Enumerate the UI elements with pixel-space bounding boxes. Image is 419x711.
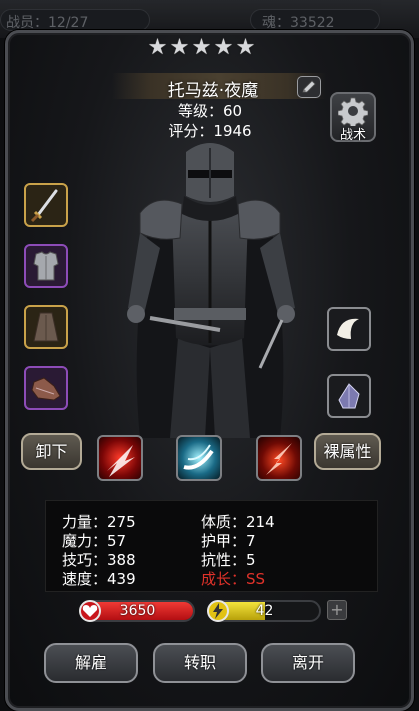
hero-portrait	[127, 143, 295, 438]
stat-resistance: 抗性：5	[201, 551, 256, 569]
hero-name: 托马兹·夜魔	[167, 81, 259, 101]
red-slash-skill-icon	[107, 445, 135, 477]
crystal-shard-icon	[338, 383, 360, 409]
roster-count: 战员：12/27	[6, 15, 89, 31]
star-icon: ★	[191, 35, 212, 60]
growth-value: 成长：SS	[201, 570, 266, 588]
dismiss-button[interactable]: 解雇	[44, 643, 138, 683]
skill-slot-2[interactable]	[176, 435, 222, 481]
tactics-label: 战术	[339, 128, 366, 143]
star-rating: ★ ★ ★ ★ ★	[147, 36, 256, 60]
stat-strength: 力量：275	[62, 513, 136, 531]
add-energy-button[interactable]: +	[327, 600, 347, 620]
naked-stats-button[interactable]: 裸属性	[314, 433, 381, 470]
equip-slot-weapon[interactable]	[24, 183, 68, 227]
star-icon: ★	[235, 35, 256, 60]
stat-skill: 技巧：388	[62, 551, 136, 569]
skill-slot-3[interactable]	[256, 435, 302, 481]
equip-slot-cloak[interactable]	[24, 305, 68, 349]
soul-count: 魂：33522	[262, 15, 335, 31]
stat-armor: 护甲：7	[201, 532, 256, 550]
lightning-icon	[213, 603, 223, 619]
equip-slot-accessory-1[interactable]	[327, 307, 371, 351]
chest-armor-icon	[33, 251, 59, 281]
tactics-button[interactable]: 战术	[330, 92, 376, 143]
equip-slot-boots[interactable]	[24, 366, 68, 410]
dagger-icon	[30, 189, 58, 223]
stat-constitution: 体质：214	[201, 513, 275, 531]
hp-badge	[79, 600, 101, 622]
star-icon: ★	[147, 35, 168, 60]
leave-button[interactable]: 离开	[261, 643, 355, 683]
cyan-whirl-skill-icon	[183, 444, 214, 470]
stat-speed: 速度：439	[62, 570, 136, 588]
crescent-charm-icon	[337, 318, 359, 339]
star-icon: ★	[213, 35, 234, 60]
cloak-icon	[33, 312, 59, 342]
energy-badge	[207, 600, 229, 622]
stat-magic: 魔力：57	[62, 532, 127, 550]
pencil-icon	[302, 80, 316, 93]
stat-growth: 成长：SS	[201, 568, 265, 589]
equip-slot-accessory-2[interactable]	[327, 374, 371, 418]
hero-level: 等级：60	[177, 102, 243, 120]
rename-button[interactable]	[297, 76, 321, 98]
unequip-button[interactable]: 卸下	[21, 433, 82, 470]
change-class-button[interactable]: 转职	[153, 643, 247, 683]
skill-slot-1[interactable]	[97, 435, 143, 481]
boots-icon	[31, 377, 61, 401]
crimson-strike-skill-icon	[266, 443, 292, 475]
gear-icon	[338, 97, 368, 126]
heart-icon	[82, 605, 98, 617]
star-icon: ★	[169, 35, 190, 60]
equip-slot-armor[interactable]	[24, 244, 68, 288]
